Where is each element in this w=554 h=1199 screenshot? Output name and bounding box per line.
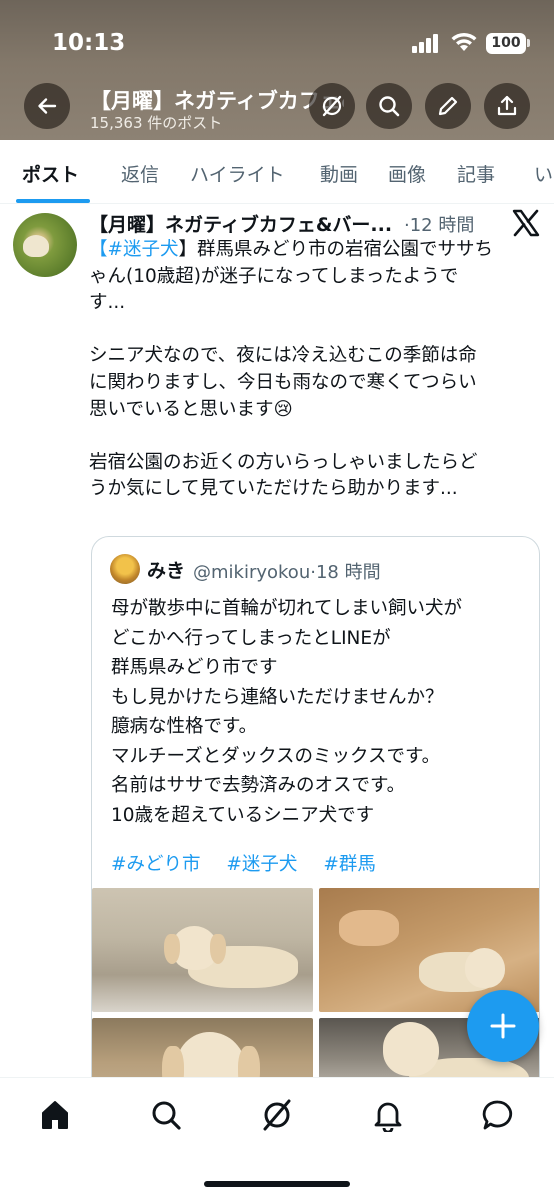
- battery-tip: [527, 39, 530, 47]
- hashtag-link[interactable]: #みどり市: [111, 854, 201, 875]
- tab-replies[interactable]: 返信: [121, 160, 159, 187]
- post-line: に関わりますし、今日も雨なので寒くてつらい: [89, 371, 477, 393]
- quote-time: 18 時間: [315, 562, 381, 583]
- quote-photo-1[interactable]: [92, 888, 313, 1012]
- cellular-signal-icon: [412, 33, 442, 53]
- hashtag-link[interactable]: 【#迷子犬: [89, 239, 179, 260]
- quote-line: 臆病な性格です。: [111, 716, 258, 737]
- hashtag-link[interactable]: #群馬: [323, 854, 376, 875]
- share-icon: [497, 95, 517, 116]
- post-line: ゃん(10歳超)が迷子になってしまったようで: [89, 265, 459, 287]
- quote-line: 母が散歩中に首輪が切れてしまい飼い犬が: [111, 598, 462, 619]
- plus-icon: [490, 1013, 516, 1039]
- back-button[interactable]: [24, 83, 70, 129]
- nav-grok[interactable]: [257, 1095, 297, 1135]
- bell-icon: [374, 1102, 402, 1132]
- tab-highlights[interactable]: ハイライト: [190, 160, 285, 187]
- search-icon: [152, 1101, 181, 1130]
- quote-photo-3[interactable]: [92, 1018, 313, 1077]
- pencil-icon: [438, 96, 458, 116]
- post-timestamp: ·12 時間: [404, 211, 474, 237]
- tab-likes[interactable]: い: [534, 160, 553, 187]
- post-line: うか気にして見ていただけたら助かります...: [89, 478, 458, 500]
- search-icon: [379, 96, 400, 117]
- header-post-count: 15,363 件のポスト: [90, 114, 223, 132]
- home-indicator: [204, 1181, 350, 1187]
- hashtag-link[interactable]: #迷子犬: [226, 854, 297, 875]
- nav-home[interactable]: [35, 1095, 75, 1135]
- tab-articles[interactable]: 記事: [457, 160, 495, 187]
- avatar[interactable]: [13, 213, 77, 277]
- quote-author-name[interactable]: みき: [147, 556, 185, 583]
- quote-line: もし見かけたら連絡いただけませんか？: [111, 686, 444, 708]
- profile-tabs: ポスト 返信 ハイライト 動画 画像 記事 い: [0, 140, 554, 204]
- post-time: 12 時間: [409, 215, 475, 236]
- battery-indicator: 100: [486, 33, 526, 54]
- arrow-left-icon: [38, 98, 57, 114]
- status-bar: 10:13 100: [0, 0, 554, 80]
- messages-icon: [482, 1100, 513, 1130]
- wifi-icon: [451, 32, 477, 51]
- quote-line: どこかへ行ってしまったとLINEが: [111, 627, 391, 649]
- quote-hashtags: #みどり市 #迷子犬 #群馬: [111, 850, 396, 876]
- quote-line: 群馬県みどり市です: [111, 657, 278, 678]
- post-line: シニア犬なので、夜には冷え込むこの季節は命: [89, 345, 477, 367]
- share-button[interactable]: [484, 83, 530, 129]
- grok-icon: [322, 95, 342, 117]
- post-line: 岩宿公園のお近くの方いらっしゃいましたらど: [89, 451, 478, 473]
- search-button[interactable]: [366, 83, 412, 129]
- quote-handle-time: @mikiryokou·18 時間: [193, 558, 381, 584]
- post-text: 【#迷子犬】群馬県みどり市の岩宿公園でササち ゃん(10歳超)が迷子になってしま…: [89, 237, 533, 503]
- x-logo-icon: [512, 209, 540, 237]
- quote-handle[interactable]: @mikiryokou: [193, 562, 310, 583]
- home-icon: [42, 1101, 68, 1129]
- post-author-name[interactable]: 【月曜】ネガティブカフェ&バー...: [89, 210, 399, 237]
- status-time: 10:13: [52, 30, 126, 56]
- header-title: 【月曜】ネガティブカフェ&バー...: [90, 89, 344, 113]
- post-line: 思いでいると思います😢: [89, 398, 293, 420]
- edit-button[interactable]: [425, 83, 471, 129]
- grok-button[interactable]: [309, 83, 355, 129]
- post-line: す...: [89, 292, 126, 314]
- post-text-segment: 】群馬県みどり市の岩宿公園でササち: [178, 239, 494, 260]
- grok-icon: [263, 1099, 291, 1131]
- nav-notifications[interactable]: [368, 1095, 408, 1135]
- quoted-post[interactable]: みき @mikiryokou·18 時間 母が散歩中に首輪が切れてしまい飼い犬が…: [91, 536, 540, 1077]
- quote-line: マルチーズとダックスのミックスです。: [111, 745, 441, 767]
- quote-line: 名前はササで去勢済みのオスです。: [111, 775, 406, 796]
- post[interactable]: 【月曜】ネガティブカフェ&バー... ·12 時間 【#迷子犬】群馬県みどり市の…: [0, 205, 554, 1077]
- compose-post-button[interactable]: [467, 990, 539, 1062]
- active-tab-indicator: [16, 199, 90, 203]
- profile-header: 10:13 100 【月曜】ネガティブカフェ&バー... 15,363 件のポス…: [0, 0, 554, 140]
- quote-avatar[interactable]: [110, 554, 140, 584]
- quote-text: 母が散歩中に首輪が切れてしまい飼い犬が どこかへ行ってしまったとLINEが 群馬…: [111, 594, 531, 830]
- tab-images[interactable]: 画像: [388, 160, 426, 187]
- nav-messages[interactable]: [478, 1095, 518, 1135]
- post-line: 【#迷子犬】群馬県みどり市の岩宿公園でササち: [89, 237, 533, 264]
- nav-explore[interactable]: [146, 1095, 186, 1135]
- tab-videos[interactable]: 動画: [320, 160, 358, 187]
- quote-line: 10歳を超えているシニア犬です: [111, 804, 375, 826]
- tab-posts[interactable]: ポスト: [22, 160, 79, 187]
